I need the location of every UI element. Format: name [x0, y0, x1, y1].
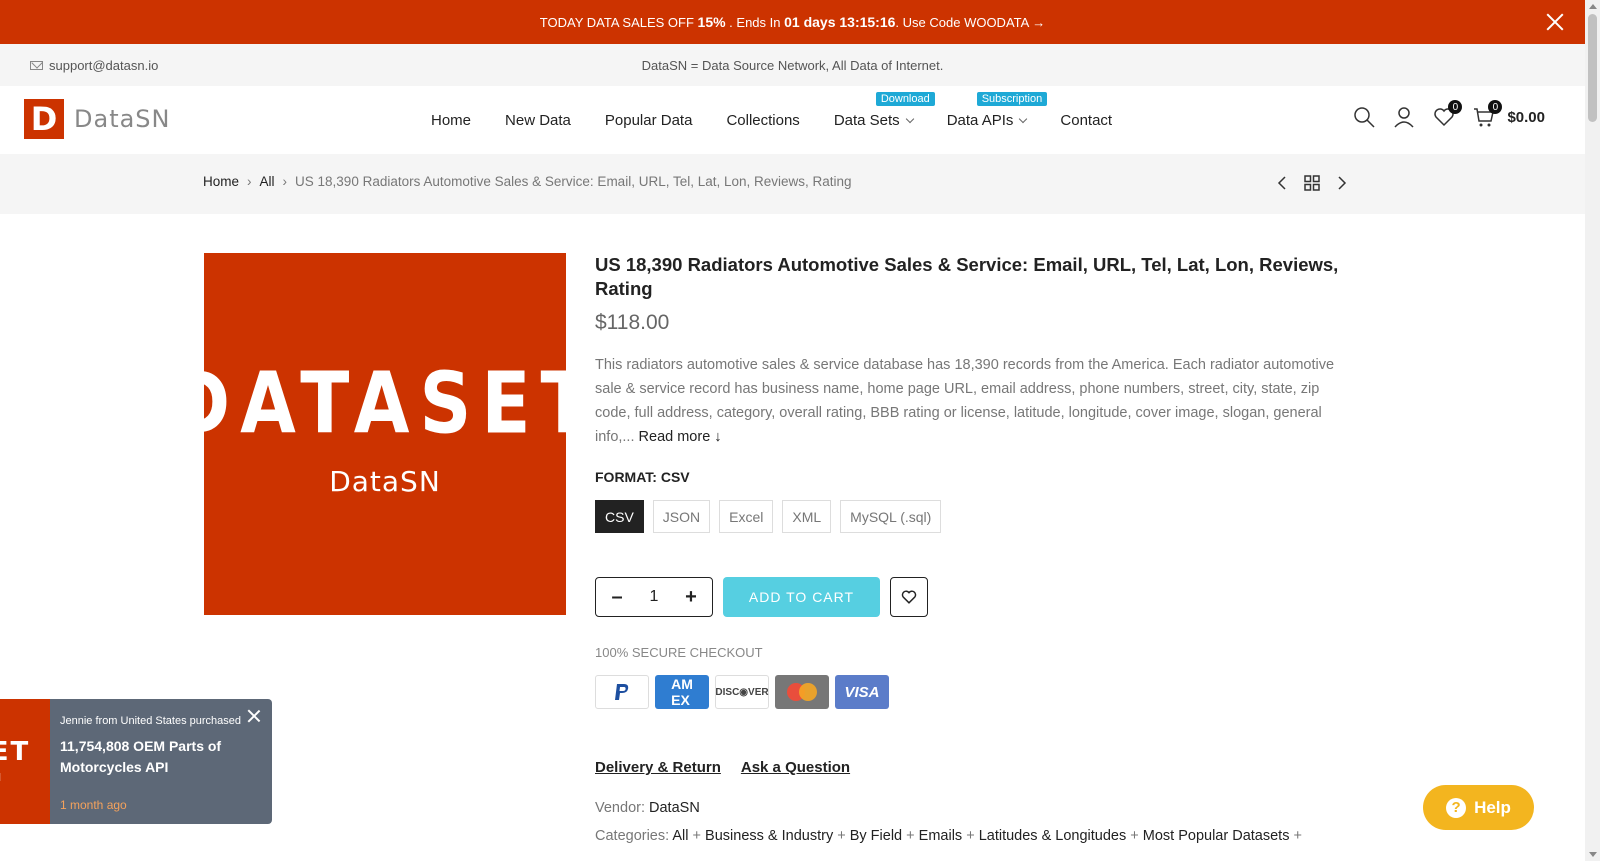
breadcrumb-home[interactable]: Home: [203, 174, 239, 189]
subscription-badge: Subscription: [976, 91, 1048, 106]
product-image-title: DATASET: [170, 352, 600, 453]
vendor-line: Vendor: DataSN: [595, 800, 700, 816]
product-title: US 18,390 Radiators Automotive Sales & S…: [595, 254, 1339, 299]
product-image-brand: DataSN: [329, 464, 441, 498]
category-link[interactable]: Most Popular Datasets: [1143, 828, 1290, 844]
next-product-icon[interactable]: [1335, 175, 1349, 196]
category-link[interactable]: All: [672, 828, 688, 844]
promo-text[interactable]: TODAY DATA SALES OFF 15% . Ends In 01 da…: [540, 14, 1045, 30]
category-link[interactable]: Emails: [919, 828, 963, 844]
read-more-link[interactable]: Read more ↓: [639, 429, 722, 445]
breadcrumb-all[interactable]: All: [260, 174, 275, 189]
format-option-excel[interactable]: Excel: [719, 500, 774, 533]
popup-product[interactable]: 11,754,808 OEM Parts of Motorcycles API: [60, 736, 250, 778]
format-option-mysql[interactable]: MySQL (.sql): [840, 500, 942, 533]
product-info: US 18,390 Radiators Automotive Sales & S…: [595, 253, 1355, 844]
buy-row: – 1 + ADD TO CART: [595, 577, 1355, 617]
quantity-value[interactable]: 1: [650, 588, 659, 606]
popup-thumbnail: SET SN: [0, 699, 50, 824]
logo-mark: D: [24, 99, 64, 139]
question-icon: ?: [1446, 797, 1467, 818]
main-nav: Home New Data Popular Data Collections D…: [431, 86, 1146, 154]
breadcrumb: Home › All › US 18,390 Radiators Automot…: [203, 174, 852, 189]
cart-count: 0: [1488, 100, 1503, 114]
site-tagline: DataSN = Data Source Network, All Data o…: [641, 57, 944, 73]
product-pager: [1275, 174, 1349, 197]
site-logo[interactable]: D DataSN: [24, 99, 171, 139]
close-icon[interactable]: [1545, 12, 1565, 32]
recent-purchase-popup[interactable]: SET SN Jennie from United States purchas…: [0, 699, 272, 824]
decrease-quantity-button[interactable]: –: [610, 586, 624, 609]
user-icon[interactable]: [1393, 106, 1415, 128]
scrollbar-thumb[interactable]: [1588, 14, 1597, 122]
heart-icon: [901, 590, 917, 604]
categories-line: Categories: All + Business & Industry + …: [595, 828, 1302, 844]
format-option-csv[interactable]: CSV: [595, 500, 644, 533]
download-badge: Download: [875, 91, 935, 106]
scroll-down-icon[interactable]: [1589, 852, 1597, 857]
amex-icon: AM EX: [655, 675, 709, 709]
product-price: $118.00: [595, 311, 670, 334]
scroll-up-icon[interactable]: [1589, 4, 1597, 9]
category-link[interactable]: Business & Industry: [705, 828, 833, 844]
format-option-xml[interactable]: XML: [782, 500, 832, 533]
increase-quantity-button[interactable]: +: [684, 586, 698, 609]
wishlist-icon[interactable]: 0: [1433, 100, 1463, 128]
promo-bar: TODAY DATA SALES OFF 15% . Ends In 01 da…: [0, 0, 1585, 44]
top-info-bar: support@datasn.io DataSN = Data Source N…: [0, 44, 1585, 86]
nav-contact[interactable]: Contact: [1060, 112, 1112, 129]
quantity-stepper: – 1 +: [595, 577, 713, 617]
chevron-right-icon: ›: [282, 174, 288, 189]
help-button[interactable]: ? Help: [1423, 785, 1534, 830]
nav-home[interactable]: Home: [431, 112, 471, 129]
discover-icon: DISC◉VER: [715, 675, 769, 709]
category-link[interactable]: Latitudes & Longitudes: [979, 828, 1127, 844]
product-description: This radiators automotive sales & servic…: [595, 357, 1335, 445]
prev-product-icon[interactable]: [1275, 175, 1289, 196]
close-icon[interactable]: [248, 710, 260, 722]
secure-checkout-label: 100% SECURE CHECKOUT: [595, 645, 763, 660]
product-image[interactable]: DATASET DataSN: [170, 253, 590, 615]
search-icon[interactable]: [1353, 106, 1375, 128]
promo-countdown: 01 days 13:15:16: [784, 14, 896, 30]
product-links: Delivery & Return Ask a Question: [595, 759, 1355, 776]
add-to-wishlist-button[interactable]: [890, 577, 928, 617]
ask-question-link[interactable]: Ask a Question: [741, 759, 850, 776]
add-to-cart-button[interactable]: ADD TO CART: [723, 577, 880, 617]
chevron-down-icon: [905, 114, 914, 123]
header-actions: 0 0 $0.00: [1353, 100, 1545, 128]
delivery-return-link[interactable]: Delivery & Return: [595, 759, 721, 776]
cart-total[interactable]: $0.00: [1507, 109, 1545, 126]
nav-collections[interactable]: Collections: [726, 112, 799, 129]
visa-icon: VISA: [835, 675, 889, 709]
wishlist-count: 0: [1448, 100, 1463, 114]
nav-popular-data[interactable]: Popular Data: [605, 112, 693, 129]
format-label: FORMAT: CSV: [595, 469, 690, 485]
chevron-right-icon: ›: [247, 174, 252, 189]
format-option-json[interactable]: JSON: [652, 500, 711, 533]
payment-methods: AM EX DISC◉VER VISA: [595, 675, 1355, 709]
cart-icon[interactable]: 0: [1473, 100, 1503, 128]
breadcrumb-bar: Home › All › US 18,390 Radiators Automot…: [0, 154, 1585, 214]
nav-data-sets[interactable]: Download Data Sets: [834, 91, 935, 129]
mastercard-icon: [775, 675, 829, 709]
logo-text: DataSN: [74, 105, 171, 133]
paypal-icon: [595, 675, 649, 709]
popup-buyer: Jennie from United States purchased: [60, 715, 241, 727]
vendor-link[interactable]: DataSN: [649, 800, 700, 816]
page-scrollbar[interactable]: [1585, 0, 1600, 861]
grid-icon[interactable]: [1303, 174, 1321, 197]
popup-time: 1 month ago: [60, 798, 127, 812]
site-header: D DataSN Home New Data Popular Data Coll…: [0, 86, 1585, 154]
nav-data-apis[interactable]: Subscription Data APIs: [947, 91, 1048, 129]
category-link[interactable]: By Field: [850, 828, 902, 844]
breadcrumb-current: US 18,390 Radiators Automotive Sales & S…: [295, 174, 852, 189]
nav-new-data[interactable]: New Data: [505, 112, 571, 129]
chevron-down-icon: [1019, 114, 1028, 123]
format-selector: CSV JSON Excel XML MySQL (.sql): [595, 500, 1355, 533]
